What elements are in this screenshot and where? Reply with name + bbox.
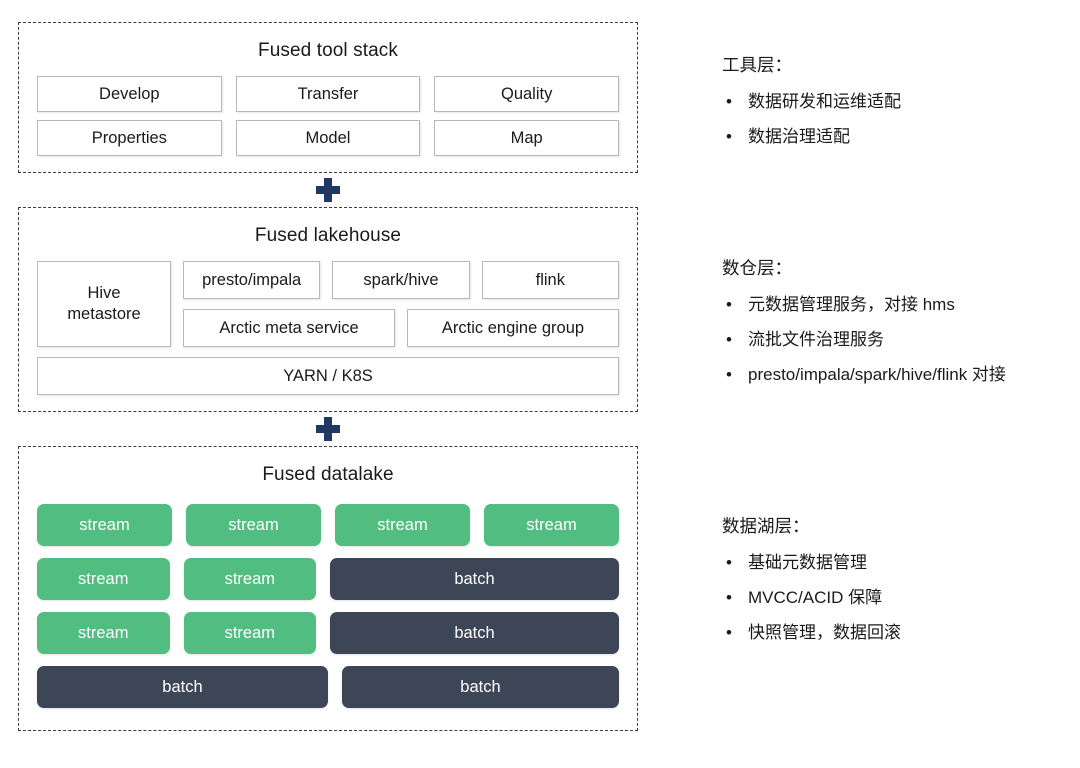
datalake-chip-grid: stream stream stream stream stream stream batc… — [37, 504, 619, 708]
bullet-icon: • — [726, 365, 732, 385]
note-item-text: MVCC/ACID 保障 — [748, 588, 883, 608]
datalake-chip-batch[interactable]: batch — [330, 612, 619, 654]
architecture-diagram: Fused tool stack Develop Transfer Qualit… — [18, 22, 638, 731]
lakehouse-box-arctic-engine-group[interactable]: Arctic engine group — [407, 309, 619, 347]
lakehouse-service-row: Arctic meta service Arctic engine group — [183, 309, 619, 347]
note-item: • 元数据管理服务，对接 hms — [722, 294, 1006, 316]
note-item: • 快照管理，数据回滚 — [722, 622, 901, 644]
layer-fused-tool-stack: Fused tool stack Develop Transfer Qualit… — [18, 22, 638, 173]
note-block-datalake-layer: 数据湖层： • 基础元数据管理 • MVCC/ACID 保障 • 快照管理，数据回滚 — [722, 513, 901, 657]
note-list-datalake-layer: • 基础元数据管理 • MVCC/ACID 保障 • 快照管理，数据回滚 — [722, 552, 901, 644]
note-title-warehouse-layer: 数仓层： — [722, 258, 792, 278]
datalake-chip-stream[interactable]: stream — [37, 612, 170, 654]
datalake-row: stream stream batch — [37, 558, 619, 600]
layer-title-lakehouse: Fused lakehouse — [254, 225, 402, 246]
note-item: • 数据研发和运维适配 — [722, 91, 901, 113]
lakehouse-top-row: Hive metastore presto/impala spark/hive … — [37, 261, 619, 347]
bullet-icon: • — [726, 623, 732, 643]
layer-title-tool-stack: Fused tool stack — [258, 40, 398, 61]
datalake-chip-stream[interactable]: stream — [183, 558, 317, 600]
lakehouse-box-presto-impala[interactable]: presto/impala — [183, 261, 321, 299]
layer-fused-datalake: Fused datalake stream stream stream stream s… — [18, 446, 638, 731]
note-list-tool-layer: • 数据研发和运维适配 • 数据治理适配 — [722, 91, 901, 148]
layer-title-datalake: Fused datalake — [262, 464, 394, 485]
datalake-row: stream stream batch — [37, 612, 619, 654]
bullet-icon: • — [726, 553, 732, 572]
lakehouse-box-hive-metastore[interactable]: Hive metastore — [37, 261, 171, 347]
plus-icon — [316, 178, 340, 202]
tool-box-quality[interactable]: Quality — [434, 76, 619, 112]
bullet-icon: • — [726, 295, 732, 314]
datalake-chip-batch[interactable]: batch — [330, 558, 619, 600]
bullet-icon: • — [726, 330, 732, 350]
bullet-icon: • — [726, 588, 732, 608]
tool-box-model[interactable]: Model — [235, 120, 421, 156]
note-item-text: 数据治理适配 — [748, 127, 850, 147]
note-list-warehouse-layer: • 元数据管理服务，对接 hms • 流批文件治理服务 • presto/impala… — [722, 294, 1006, 386]
lakehouse-right-column: presto/impala spark/hive flink Arctic me… — [183, 261, 619, 347]
note-title-tool-layer: 工具层： — [722, 55, 792, 75]
lakehouse-box-flink[interactable]: flink — [481, 261, 619, 299]
tool-box-map[interactable]: Map — [434, 120, 619, 156]
lakehouse-box-spark-hive[interactable]: spark/hive — [332, 261, 470, 299]
hive-metastore-line-1: Hive — [87, 284, 121, 303]
datalake-chip-batch[interactable]: batch — [37, 666, 328, 708]
datalake-chip-batch[interactable]: batch — [341, 666, 619, 708]
note-item: • 数据治理适配 — [722, 126, 901, 148]
bullet-icon: • — [726, 92, 732, 111]
note-block-tool-layer: 工具层： • 数据研发和运维适配 • 数据治理适配 — [722, 52, 901, 161]
note-title-datalake-layer: 数据湖层： — [722, 516, 810, 536]
plus-icon — [316, 417, 340, 441]
bullet-icon: • — [726, 127, 732, 147]
note-item-text: 流批文件治理服务 — [748, 330, 884, 350]
hive-metastore-line-2: metastore — [67, 305, 141, 323]
lakehouse-box-yarn-k8s[interactable]: YARN / K8S — [37, 357, 619, 395]
note-item-text: 基础元数据管理 — [748, 553, 867, 572]
tool-box-properties[interactable]: Properties — [37, 120, 222, 156]
note-item-text: 快照管理，数据回滚 — [748, 623, 901, 643]
tool-box-develop[interactable]: Develop — [37, 76, 222, 112]
layer-fused-lakehouse: Fused lakehouse Hive metastore presto/im… — [18, 207, 638, 412]
note-item-text: 元数据管理服务，对接 hms — [748, 295, 955, 314]
datalake-row: stream stream stream stream — [37, 504, 619, 546]
datalake-chip-stream[interactable]: stream — [484, 504, 619, 546]
tool-stack-grid: Develop Transfer Quality Properties Mode… — [37, 76, 619, 156]
note-item: • presto/impala/spark/hive/flink 对接 — [722, 364, 1006, 386]
note-item: • 流批文件治理服务 — [722, 329, 1006, 351]
note-item-text: 数据研发和运维适配 — [748, 92, 901, 111]
datalake-chip-stream[interactable]: stream — [183, 612, 317, 654]
connector-plus-1 — [18, 173, 638, 207]
note-item: • 基础元数据管理 — [722, 552, 901, 574]
connector-plus-2 — [18, 412, 638, 446]
lakehouse-box-arctic-meta-service[interactable]: Arctic meta service — [183, 309, 395, 347]
lakehouse-engine-row: presto/impala spark/hive flink — [183, 261, 619, 299]
note-item: • MVCC/ACID 保障 — [722, 587, 901, 609]
datalake-chip-stream[interactable]: stream — [186, 504, 321, 546]
datalake-chip-stream[interactable]: stream — [37, 504, 172, 546]
datalake-row: batch batch — [37, 666, 619, 708]
note-block-warehouse-layer: 数仓层： • 元数据管理服务，对接 hms • 流批文件治理服务 • presto/i… — [722, 255, 1006, 399]
tool-box-transfer[interactable]: Transfer — [235, 76, 421, 112]
note-item-text: presto/impala/spark/hive/flink 对接 — [748, 365, 1006, 385]
datalake-chip-stream[interactable]: stream — [37, 558, 170, 600]
datalake-chip-stream[interactable]: stream — [335, 504, 470, 546]
